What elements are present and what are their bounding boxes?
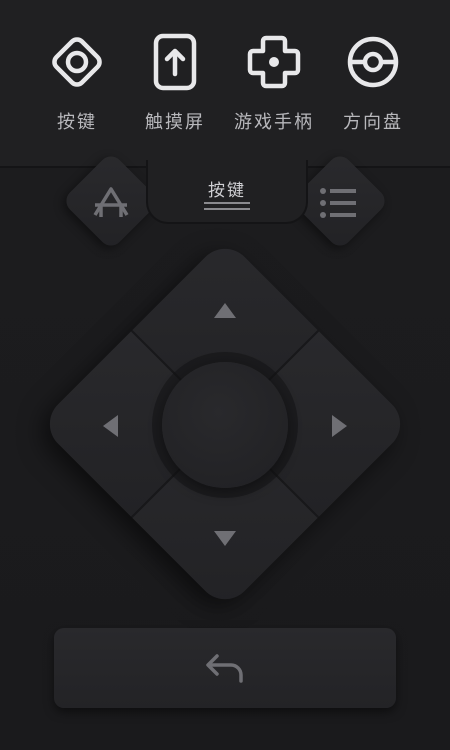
- back-arrow-icon: [206, 654, 243, 683]
- back-button[interactable]: [54, 628, 396, 708]
- tab-indicator-line-top: [204, 202, 250, 204]
- mode-keys-button[interactable]: 按键: [22, 30, 132, 140]
- mode-selector-bar: 按键 触摸屏 游戏手柄 方向盘: [0, 0, 450, 166]
- mode-touchscreen-label: 触摸屏: [145, 112, 205, 133]
- mode-steering-wheel-button[interactable]: 方向盘: [318, 30, 428, 140]
- arrow-left-icon: [103, 415, 118, 437]
- home-icon[interactable]: [91, 181, 131, 221]
- arrow-up-icon: [214, 303, 236, 318]
- mode-touchscreen-button[interactable]: 触摸屏: [120, 30, 230, 140]
- touchscreen-icon: [153, 33, 197, 91]
- tab-indicator-line-bottom: [204, 208, 250, 210]
- ok-button[interactable]: [162, 362, 288, 488]
- menu-icon[interactable]: [318, 183, 358, 223]
- steering-wheel-icon: [347, 36, 399, 88]
- gamepad-icon: [247, 35, 301, 89]
- mode-gamepad-button[interactable]: 游戏手柄: [219, 30, 329, 140]
- mode-steering-wheel-label: 方向盘: [343, 112, 403, 133]
- arrow-right-icon: [332, 415, 347, 437]
- remote-control-screen: 按键 触摸屏 游戏手柄 方向盘 按键: [0, 0, 450, 750]
- arrow-down-icon: [214, 531, 236, 546]
- active-tab-label: 按键: [208, 181, 246, 201]
- diamond-key-icon: [52, 37, 102, 87]
- mode-keys-label: 按键: [57, 112, 97, 133]
- active-tab[interactable]: 按键: [146, 160, 308, 224]
- mode-gamepad-label: 游戏手柄: [234, 112, 314, 133]
